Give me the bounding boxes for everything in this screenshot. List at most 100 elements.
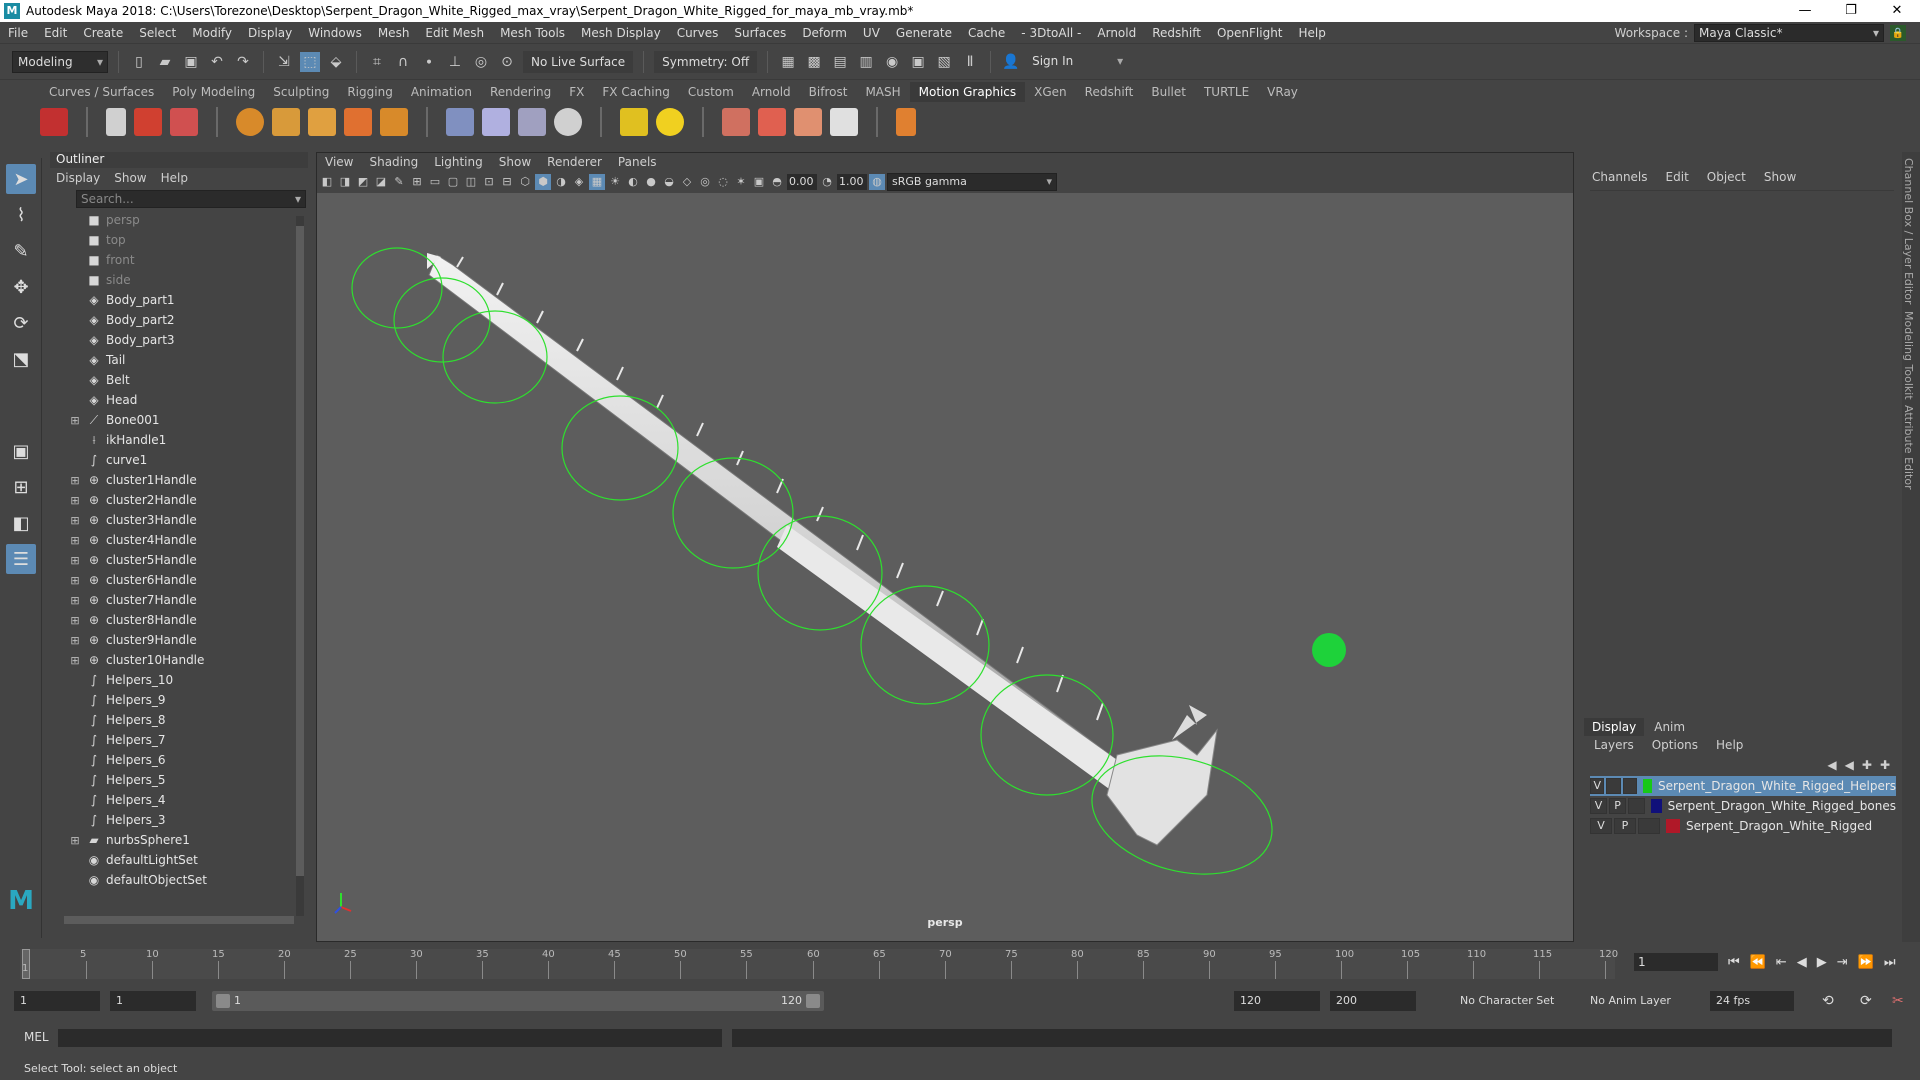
anti-alias-icon[interactable]: ◇ [679, 174, 695, 190]
light-icon[interactable] [620, 108, 648, 136]
camera-attr-icon[interactable]: ◧ [319, 174, 335, 190]
outliner-item[interactable]: ◈ Head [50, 390, 308, 410]
script-language-label[interactable]: MEL [24, 1030, 49, 1044]
render-view-icon[interactable]: ▦ [778, 52, 798, 72]
undo-icon[interactable]: ↶ [207, 52, 227, 72]
minimize-icon[interactable]: — [1782, 0, 1828, 22]
preferences-icon[interactable]: ✂ [1892, 991, 1904, 1011]
outliner-search-input[interactable]: Search... [76, 190, 306, 208]
range-start-handle[interactable] [216, 994, 230, 1008]
viewport-menu-show[interactable]: Show [499, 155, 531, 169]
expand-icon[interactable]: ⊞ [68, 834, 82, 847]
move-layer-up-icon[interactable]: ◀ [1827, 758, 1836, 772]
menu-set-dropdown[interactable]: Modeling [12, 51, 108, 73]
ipr-render-icon[interactable]: ▤ [830, 52, 850, 72]
outliner-menu-show[interactable]: Show [114, 171, 146, 185]
menu-arnold[interactable]: Arnold [1089, 26, 1144, 40]
shelf-tab-curves-surfaces[interactable]: Curves / Surfaces [40, 82, 163, 102]
render-frame-icon[interactable]: ▩ [804, 52, 824, 72]
shelf-tab-redshift[interactable]: Redshift [1076, 82, 1143, 102]
render-settings-icon[interactable]: ▥ [856, 52, 876, 72]
menu-file[interactable]: File [0, 26, 36, 40]
sweep-icon[interactable] [482, 108, 510, 136]
camera-lock-icon[interactable]: ◨ [337, 174, 353, 190]
save-scene-icon[interactable]: ▣ [181, 52, 201, 72]
step-back-key-icon[interactable]: ⏪ [1750, 955, 1766, 970]
svg-create-icon[interactable] [344, 108, 372, 136]
outliner-item[interactable]: ◈ Body_part3 [50, 330, 308, 350]
snap-live-icon[interactable]: ⊙ [497, 52, 517, 72]
shelf-tab-bullet[interactable]: Bullet [1142, 82, 1195, 102]
shelf-tab-fx[interactable]: FX [560, 82, 593, 102]
wireframe-icon[interactable]: ⬡ [517, 174, 533, 190]
two-view-icon[interactable]: ◧ [6, 508, 36, 538]
side-tab-attribute-editor[interactable]: Attribute Editor [1902, 405, 1915, 490]
outliner-item[interactable]: ∫ Helpers_10 [50, 670, 308, 690]
snap-surface-icon[interactable]: ◎ [471, 52, 491, 72]
dragon-model[interactable] [427, 253, 1218, 846]
close-icon[interactable]: ✕ [1874, 0, 1920, 22]
plus-icon[interactable] [896, 108, 916, 136]
grid-icon[interactable]: ⊞ [409, 174, 425, 190]
live-surface-button[interactable]: No Live Surface [523, 51, 634, 73]
shelf-tab-mash[interactable]: MASH [856, 82, 909, 102]
textured-icon[interactable]: ▦ [589, 174, 605, 190]
field-chart-icon[interactable]: ⊡ [481, 174, 497, 190]
open-scene-icon[interactable]: ▰ [155, 52, 175, 72]
command-input[interactable] [58, 1029, 722, 1047]
go-to-start-icon[interactable]: ⏮ [1728, 955, 1740, 970]
select-hierarchy-icon[interactable]: ⇲ [274, 52, 294, 72]
workspace-dropdown[interactable]: Maya Classic* [1694, 24, 1884, 42]
menu-help[interactable]: Help [1291, 26, 1334, 40]
lights-icon[interactable]: ☀ [607, 174, 623, 190]
cloth-icon[interactable] [758, 108, 786, 136]
range-end-handle[interactable] [806, 994, 820, 1008]
menu-create[interactable]: Create [75, 26, 131, 40]
outliner-item[interactable]: ∫ Helpers_7 [50, 730, 308, 750]
four-view-icon[interactable]: ⊞ [6, 472, 36, 502]
box-create-icon[interactable] [380, 108, 408, 136]
outliner-item[interactable]: ⊞ ⊕ cluster2Handle [50, 490, 308, 510]
new-layer-selected-icon[interactable]: ✚ [1880, 758, 1890, 772]
layer-row[interactable]: V Serpent_Dragon_White_Rigged_Helpers [1590, 776, 1896, 796]
sun-light-icon[interactable] [656, 108, 684, 136]
outliner-item[interactable]: ⊞ ▰ nurbsSphere1 [50, 830, 308, 850]
view-transform-dropdown[interactable]: sRGB gamma [887, 173, 1057, 191]
image-plane-icon[interactable]: ◪ [373, 174, 389, 190]
play-backward-icon[interactable]: ◀ [1797, 955, 1807, 970]
layer-color-swatch[interactable] [1643, 779, 1652, 793]
sign-in-dropdown[interactable]: Sign In [1027, 51, 1128, 73]
step-forward-key-icon[interactable]: ⏩ [1858, 955, 1874, 970]
outliner-item[interactable]: ⊞ ⊕ cluster6Handle [50, 570, 308, 590]
shadows-icon[interactable]: ◐ [625, 174, 641, 190]
outliner-h-scrollbar[interactable] [64, 916, 294, 924]
nurbs-sphere[interactable] [1312, 633, 1346, 667]
ambient-occlusion-icon[interactable]: ● [643, 174, 659, 190]
auto-key-icon[interactable]: ⟳ [1860, 991, 1872, 1011]
menu-edit[interactable]: Edit [36, 26, 75, 40]
layer-tab-display[interactable]: Display [1584, 718, 1645, 736]
deformer-icon[interactable] [446, 108, 474, 136]
side-tab-modeling-toolkit[interactable]: Modeling Toolkit [1902, 311, 1915, 400]
menu-cache[interactable]: Cache [960, 26, 1013, 40]
expand-icon[interactable]: ⊞ [68, 594, 82, 607]
outliner-item[interactable]: ⊞ ⊕ cluster5Handle [50, 550, 308, 570]
pause-viewport-icon[interactable]: Ⅱ [960, 52, 980, 72]
sphere-create-icon[interactable] [236, 108, 264, 136]
select-object-icon[interactable]: ⬚ [300, 52, 320, 72]
safe-action-icon[interactable]: ⊟ [499, 174, 515, 190]
restore-icon[interactable]: ❐ [1828, 0, 1874, 22]
xray-components-icon[interactable]: ▣ [751, 174, 767, 190]
outliner-item[interactable]: ■ persp [50, 210, 308, 230]
viewport-menu-panels[interactable]: Panels [618, 155, 657, 169]
outliner-item[interactable]: ∫ curve1 [50, 450, 308, 470]
expand-icon[interactable]: ⊞ [68, 554, 82, 567]
layer-menu-help[interactable]: Help [1716, 738, 1743, 752]
layer-display-type-toggle[interactable] [1622, 778, 1638, 794]
viewport-canvas[interactable] [317, 195, 1573, 941]
outliner-item[interactable]: ⊞ ⊕ cluster8Handle [50, 610, 308, 630]
expand-icon[interactable]: ⊞ [68, 574, 82, 587]
menu-generate[interactable]: Generate [888, 26, 960, 40]
expand-icon[interactable]: ⊞ [68, 634, 82, 647]
dynamics-icon[interactable] [722, 108, 750, 136]
